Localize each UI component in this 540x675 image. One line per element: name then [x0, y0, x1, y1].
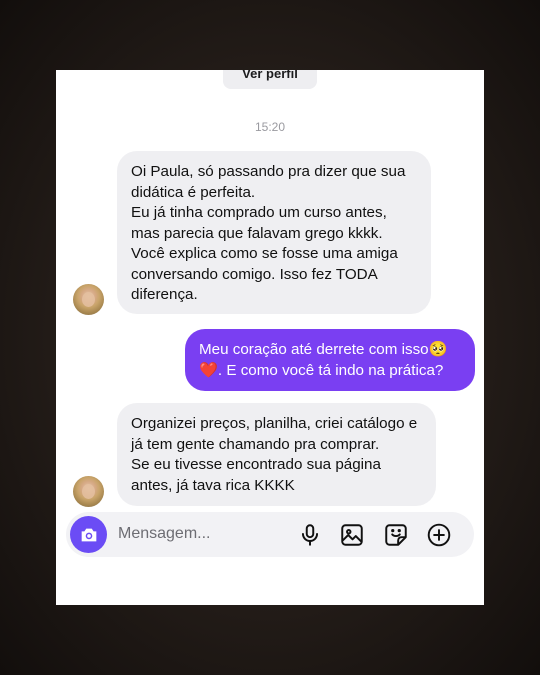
message-text: Eu já tinha comprado um curso antes, mas… [131, 204, 387, 242]
contact-avatar[interactable] [73, 476, 104, 507]
message-text: Você explica como se fosse uma amiga con… [131, 245, 398, 303]
message-text: Oi Paula, só passando pra dizer que sua … [131, 163, 406, 201]
contact-avatar[interactable] [73, 284, 104, 315]
incoming-message-bubble[interactable]: Organizei preços, planilha, criei catálo… [117, 403, 436, 506]
message-text: Organizei preços, planilha, criei catálo… [131, 415, 418, 453]
message-text: Se eu tivesse encontrado sua página ante… [131, 456, 381, 494]
gallery-icon[interactable] [339, 522, 365, 548]
plus-icon[interactable] [426, 522, 452, 548]
message-input[interactable]: Mensagem... [118, 525, 210, 543]
microphone-icon[interactable] [297, 522, 323, 548]
chat-screen: Ver perfil 15:20 Oi Paula, só passando p… [56, 70, 484, 605]
outgoing-message-bubble[interactable]: Meu coração até derrete com isso🥺 ❤️. E c… [185, 329, 475, 391]
sticker-icon[interactable] [383, 522, 409, 548]
view-profile-button[interactable]: Ver perfil [223, 70, 317, 89]
heart-emoji: ❤️ [199, 361, 218, 379]
message-text: Meu coração até derrete com isso🥺 ❤️. E c… [199, 341, 448, 379]
camera-button[interactable] [70, 516, 107, 553]
message-composer: Mensagem... [66, 512, 474, 557]
camera-icon [81, 528, 96, 541]
message-timestamp: 15:20 [254, 120, 286, 134]
incoming-message-bubble[interactable]: Oi Paula, só passando pra dizer que sua … [117, 151, 431, 314]
